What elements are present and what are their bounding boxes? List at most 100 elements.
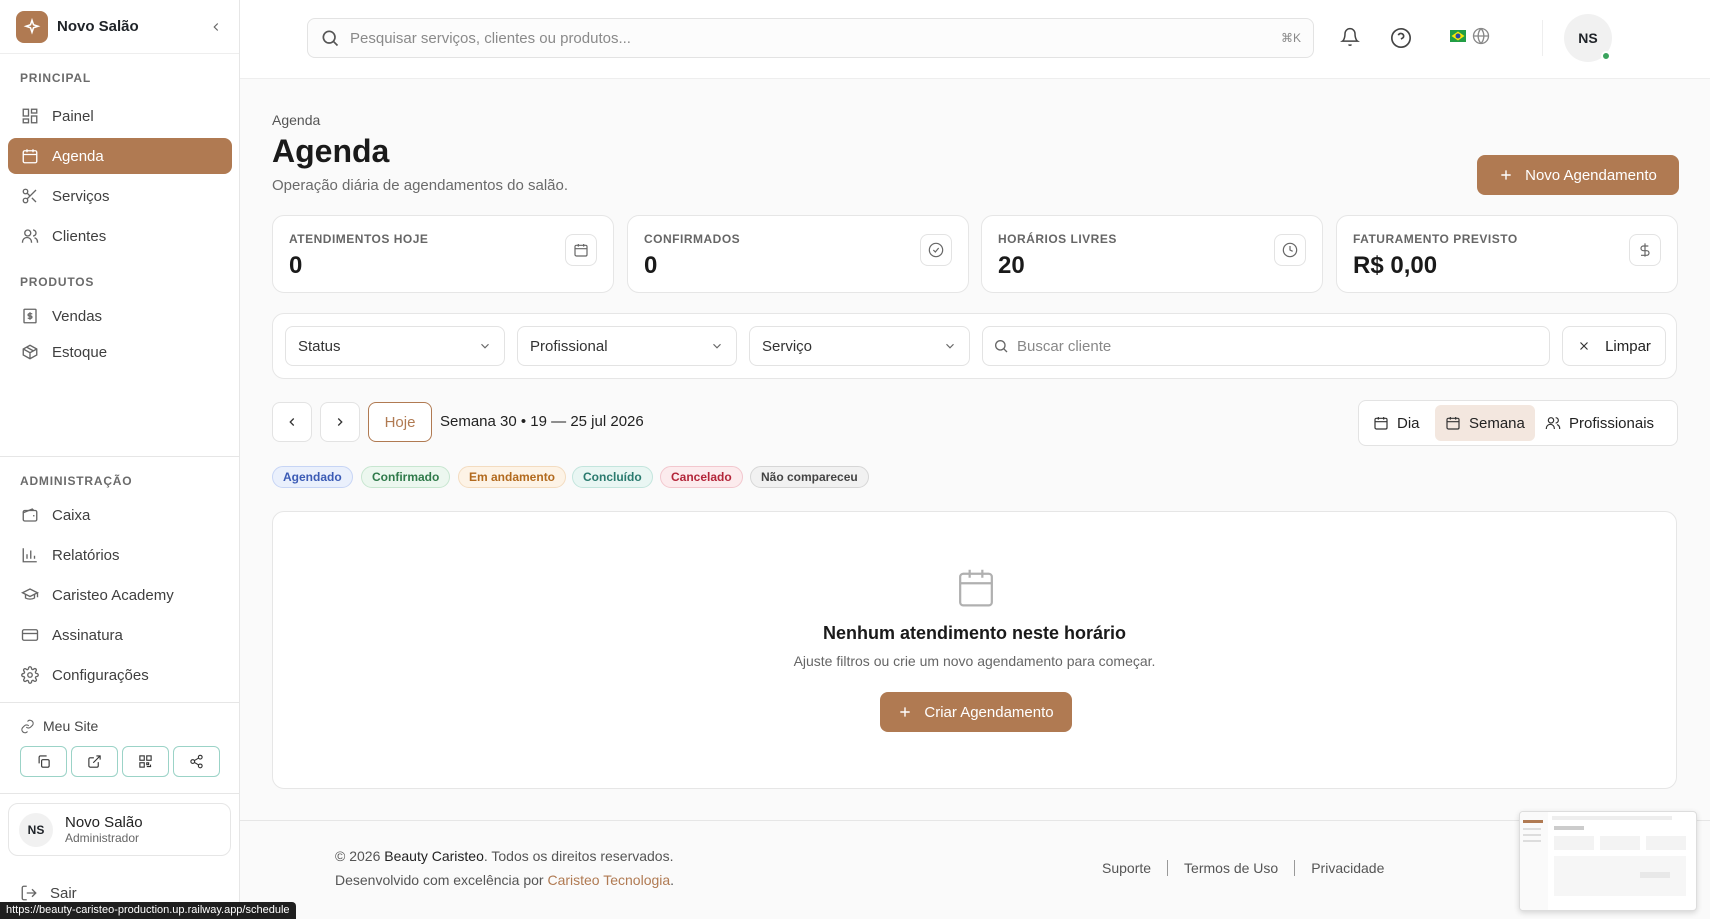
view-day[interactable]: Dia bbox=[1363, 405, 1430, 441]
plus-icon bbox=[898, 705, 912, 719]
logout-label: Sair bbox=[50, 884, 77, 902]
divider bbox=[0, 702, 240, 703]
nav-item-relatorios[interactable]: Relatórios bbox=[8, 537, 232, 573]
empty-state: Nenhum atendimento neste horário Ajuste … bbox=[272, 511, 1677, 789]
new-appointment-button[interactable]: Novo Agendamento bbox=[1477, 155, 1679, 195]
brand-header: Novo Salão bbox=[0, 0, 239, 54]
nav-item-caixa[interactable]: Caixa bbox=[8, 497, 232, 533]
legend-confirmado: Confirmado bbox=[361, 466, 451, 488]
share-button[interactable] bbox=[173, 746, 220, 777]
my-site-link[interactable]: Meu Site bbox=[20, 718, 98, 734]
footer-link-termos[interactable]: Termos de Uso bbox=[1184, 860, 1278, 876]
select-value: Profissional bbox=[530, 337, 608, 355]
chevron-down-icon bbox=[710, 339, 724, 353]
nav-item-agenda[interactable]: Agenda bbox=[8, 138, 232, 174]
footer-link-privacidade[interactable]: Privacidade bbox=[1311, 860, 1384, 876]
empty-state-subtitle: Ajuste filtros ou crie um novo agendamen… bbox=[793, 653, 1156, 669]
footer-nav: Suporte Termos de Uso Privacidade bbox=[1102, 860, 1384, 876]
stat-value: R$ 0,00 bbox=[1353, 252, 1438, 279]
nav-item-estoque[interactable]: Estoque bbox=[8, 334, 232, 370]
nav-item-label: Estoque bbox=[52, 343, 108, 361]
search-icon bbox=[320, 28, 340, 48]
nav-item-painel[interactable]: Painel bbox=[8, 98, 232, 134]
nav-item-assinatura[interactable]: Assinatura bbox=[8, 617, 232, 653]
view-label: Dia bbox=[1397, 414, 1420, 432]
qr-code-button[interactable] bbox=[122, 746, 169, 777]
select-value: Serviço bbox=[762, 337, 813, 355]
service-filter[interactable]: Serviço bbox=[749, 326, 970, 366]
external-link-icon bbox=[87, 754, 102, 769]
stat-card-today: ATENDIMENTOS HOJE 0 bbox=[272, 215, 614, 293]
footer-link-suporte[interactable]: Suporte bbox=[1102, 860, 1151, 876]
breadcrumb: Agenda bbox=[272, 112, 321, 128]
professional-filter[interactable]: Profissional bbox=[517, 326, 737, 366]
divider bbox=[0, 793, 240, 794]
sidebar: Novo Salão PRINCIPAL Painel Agenda Servi… bbox=[0, 0, 240, 919]
today-button[interactable]: Hoje bbox=[368, 402, 432, 442]
topbar: ⌘K NS bbox=[240, 0, 1710, 79]
nav-item-label: Caixa bbox=[52, 506, 91, 524]
wallet-icon bbox=[20, 505, 40, 525]
help-icon[interactable] bbox=[1390, 27, 1412, 49]
footer-brand: Beauty Caristeo bbox=[384, 848, 484, 864]
bell-icon[interactable] bbox=[1340, 27, 1360, 47]
avatar: NS bbox=[19, 812, 53, 847]
next-week-button[interactable] bbox=[320, 402, 360, 442]
stat-label: HORÁRIOS LIVRES bbox=[998, 232, 1117, 246]
nav-item-academy[interactable]: Caristeo Academy bbox=[8, 577, 232, 613]
copy-link-button[interactable] bbox=[20, 746, 67, 777]
empty-state-title: Nenhum atendimento neste horário bbox=[822, 623, 1127, 643]
page-title: Agenda bbox=[272, 133, 390, 169]
clear-filters-button[interactable]: Limpar bbox=[1562, 326, 1666, 366]
globe-icon[interactable] bbox=[1472, 27, 1490, 45]
search-icon bbox=[993, 338, 1009, 354]
section-title-principal: PRINCIPAL bbox=[20, 71, 91, 85]
nav-item-configuracoes[interactable]: Configurações bbox=[8, 657, 232, 693]
nav-item-label: Clientes bbox=[52, 227, 107, 245]
create-appointment-button[interactable]: Criar Agendamento bbox=[880, 692, 1072, 732]
nav-item-label: Painel bbox=[52, 107, 94, 125]
filter-bar: Status Profissional Serviço Limpar bbox=[272, 313, 1677, 379]
divider bbox=[1294, 860, 1296, 876]
global-search[interactable]: ⌘K bbox=[307, 18, 1314, 58]
grid-icon bbox=[20, 106, 40, 126]
button-label: Novo Agendamento bbox=[1525, 166, 1657, 184]
credits-link[interactable]: Caristeo Tecnologia bbox=[547, 872, 670, 888]
legend-em-andamento: Em andamento bbox=[458, 466, 567, 488]
view-professionals[interactable]: Profissionais bbox=[1535, 405, 1664, 441]
collapse-sidebar-icon[interactable] bbox=[209, 20, 223, 34]
stat-card-revenue: FATURAMENTO PREVISTO R$ 0,00 bbox=[1336, 215, 1678, 293]
user-avatar[interactable]: NS bbox=[1564, 14, 1612, 62]
dollar-icon bbox=[1629, 234, 1661, 266]
client-search[interactable] bbox=[982, 326, 1550, 366]
legend-nao-compareceu: Não compareceu bbox=[750, 466, 869, 488]
nav-item-servicos[interactable]: Serviços bbox=[8, 178, 232, 214]
legend-agendado: Agendado bbox=[272, 466, 353, 488]
nav-item-clientes[interactable]: Clientes bbox=[8, 218, 232, 254]
user-card[interactable]: NS Novo Salão Administrador bbox=[8, 803, 231, 856]
stat-label: FATURAMENTO PREVISTO bbox=[1353, 232, 1518, 246]
search-input[interactable] bbox=[350, 29, 1281, 47]
legend-cancelado: Cancelado bbox=[660, 466, 743, 488]
close-icon bbox=[1577, 339, 1591, 353]
logout-icon bbox=[20, 884, 38, 902]
brazil-flag-icon[interactable] bbox=[1450, 30, 1466, 42]
search-shortcut: ⌘K bbox=[1280, 31, 1301, 45]
page-preview-thumbnail[interactable] bbox=[1519, 811, 1697, 911]
plus-icon bbox=[1499, 168, 1513, 182]
users-icon bbox=[1545, 415, 1561, 431]
open-site-button[interactable] bbox=[71, 746, 118, 777]
status-filter[interactable]: Status bbox=[285, 326, 505, 366]
select-value: Status bbox=[298, 337, 341, 355]
previous-week-button[interactable] bbox=[272, 402, 312, 442]
divider bbox=[1542, 20, 1543, 56]
client-search-input[interactable] bbox=[1017, 337, 1539, 355]
check-circle-icon bbox=[920, 234, 952, 266]
logout-button[interactable]: Sair bbox=[20, 884, 77, 902]
calendar-icon bbox=[957, 567, 995, 609]
nav-item-vendas[interactable]: Vendas bbox=[8, 298, 232, 334]
view-week[interactable]: Semana bbox=[1435, 405, 1535, 441]
stat-value: 20 bbox=[998, 252, 1025, 279]
calendar-icon bbox=[565, 234, 597, 266]
calendar-icon bbox=[1373, 415, 1389, 431]
